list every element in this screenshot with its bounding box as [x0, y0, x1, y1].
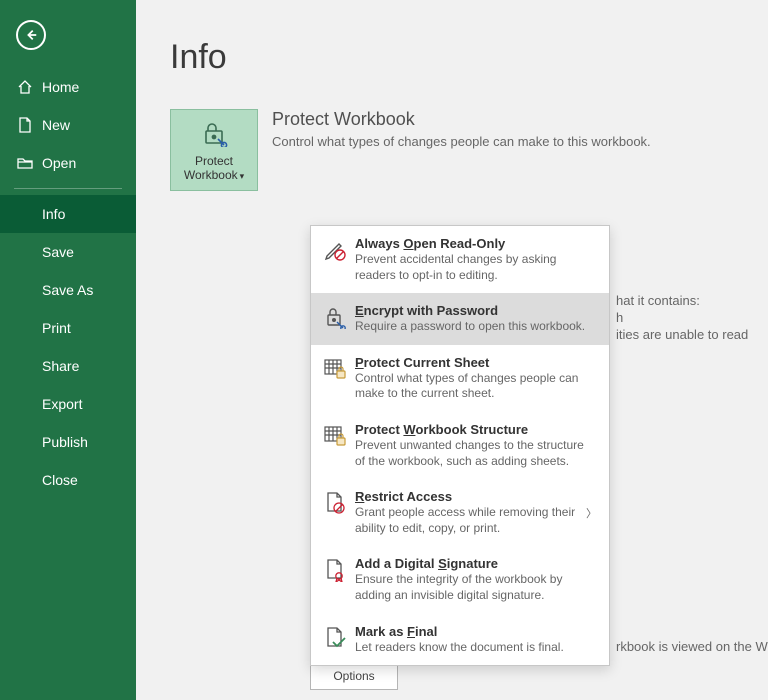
- chevron-right-icon: 〉: [586, 505, 597, 521]
- menu-item-desc: Ensure the integrity of the workbook by …: [355, 572, 597, 603]
- sidebar-item-label: Info: [42, 206, 65, 222]
- menu-item-title: Protect Workbook Structure: [355, 422, 597, 437]
- menu-digital-signature[interactable]: Add a Digital Signature Ensure the integ…: [311, 546, 609, 613]
- sidebar-item-new[interactable]: New: [0, 106, 136, 144]
- sidebar-separator: [14, 188, 122, 189]
- sidebar-item-close[interactable]: Close: [0, 461, 136, 499]
- back-arrow-icon: [24, 28, 38, 42]
- sidebar-item-label: Close: [42, 472, 78, 488]
- menu-item-desc: Prevent unwanted changes to the structur…: [355, 438, 597, 469]
- folder-icon: [16, 156, 34, 170]
- protect-workbook-button[interactable]: Protect Workbook▾: [170, 109, 258, 191]
- menu-open-readonly[interactable]: Always Open Read-Only Prevent accidental…: [311, 226, 609, 293]
- sidebar-item-label: New: [42, 117, 70, 133]
- menu-item-title: Add a Digital Signature: [355, 556, 597, 571]
- menu-item-title: Restrict Access: [355, 489, 582, 504]
- document-ribbon-icon: [321, 558, 349, 603]
- menu-protect-structure[interactable]: Protect Workbook Structure Prevent unwan…: [311, 412, 609, 479]
- pencil-forbidden-icon: [321, 238, 349, 283]
- lock-key-icon: [321, 305, 349, 335]
- protect-heading: Protect Workbook: [272, 109, 651, 130]
- sidebar-item-save-as[interactable]: Save As: [0, 271, 136, 309]
- menu-item-title: Encrypt with Password: [355, 303, 597, 318]
- sidebar-item-label: Print: [42, 320, 71, 336]
- sidebar-item-label: Save As: [42, 282, 93, 298]
- main-panel: Info Protect Workbook▾ Protect Workbook …: [136, 0, 768, 700]
- sidebar-item-save[interactable]: Save: [0, 233, 136, 271]
- hidden-text-fragment: hat it contains:: [616, 293, 700, 308]
- menu-item-desc: Control what types of changes people can…: [355, 371, 597, 402]
- sidebar-item-publish[interactable]: Publish: [0, 423, 136, 461]
- sidebar-item-label: Publish: [42, 434, 88, 450]
- menu-item-desc: Require a password to open this workbook…: [355, 319, 597, 335]
- hidden-text-fragment: rkbook is viewed on the Web.: [616, 639, 768, 654]
- menu-item-desc: Prevent accidental changes by asking rea…: [355, 252, 597, 283]
- chevron-down-icon: ▾: [240, 171, 245, 181]
- sidebar-item-home[interactable]: Home: [0, 68, 136, 106]
- menu-item-title: Protect Current Sheet: [355, 355, 597, 370]
- document-icon: [16, 117, 34, 133]
- document-restrict-icon: [321, 491, 349, 536]
- menu-item-desc: Grant people access while removing their…: [355, 505, 582, 536]
- workbook-lock-icon: [321, 424, 349, 469]
- sidebar-item-info[interactable]: Info: [0, 195, 136, 233]
- sidebar-item-export[interactable]: Export: [0, 385, 136, 423]
- sidebar-item-print[interactable]: Print: [0, 309, 136, 347]
- sidebar-item-share[interactable]: Share: [0, 347, 136, 385]
- protect-workbook-menu: Always Open Read-Only Prevent accidental…: [310, 225, 610, 666]
- hidden-text-fragment: h: [616, 310, 623, 325]
- back-button[interactable]: [16, 20, 46, 50]
- menu-protect-sheet[interactable]: Protect Current Sheet Control what types…: [311, 345, 609, 412]
- menu-item-title: Mark as Final: [355, 624, 597, 639]
- sidebar-item-label: Export: [42, 396, 82, 412]
- button-label-l2: Workbook: [184, 168, 238, 182]
- page-title: Info: [170, 38, 768, 77]
- hidden-text-fragment: ities are unable to read: [616, 327, 748, 342]
- sidebar-item-label: Open: [42, 155, 76, 171]
- button-label-l1: Protect: [195, 154, 233, 168]
- menu-mark-final[interactable]: Mark as Final Let readers know the docum…: [311, 614, 609, 666]
- protect-section: Protect Workbook▾ Protect Workbook Contr…: [170, 109, 768, 191]
- sidebar-item-label: Save: [42, 244, 74, 260]
- home-icon: [16, 79, 34, 95]
- sidebar-item-open[interactable]: Open: [0, 144, 136, 182]
- document-check-icon: [321, 626, 349, 656]
- backstage-sidebar: Home New Open Info Save Save As Print: [0, 0, 136, 700]
- protect-desc: Control what types of changes people can…: [272, 134, 651, 149]
- menu-restrict-access[interactable]: Restrict Access Grant people access whil…: [311, 479, 609, 546]
- sheet-lock-icon: [321, 357, 349, 402]
- sidebar-item-label: Share: [42, 358, 79, 374]
- menu-item-desc: Let readers know the document is final.: [355, 640, 597, 656]
- lock-key-icon: [200, 119, 228, 150]
- sidebar-item-label: Home: [42, 79, 79, 95]
- menu-encrypt-password[interactable]: Encrypt with Password Require a password…: [311, 293, 609, 345]
- menu-item-title: Always Open Read-Only: [355, 236, 597, 251]
